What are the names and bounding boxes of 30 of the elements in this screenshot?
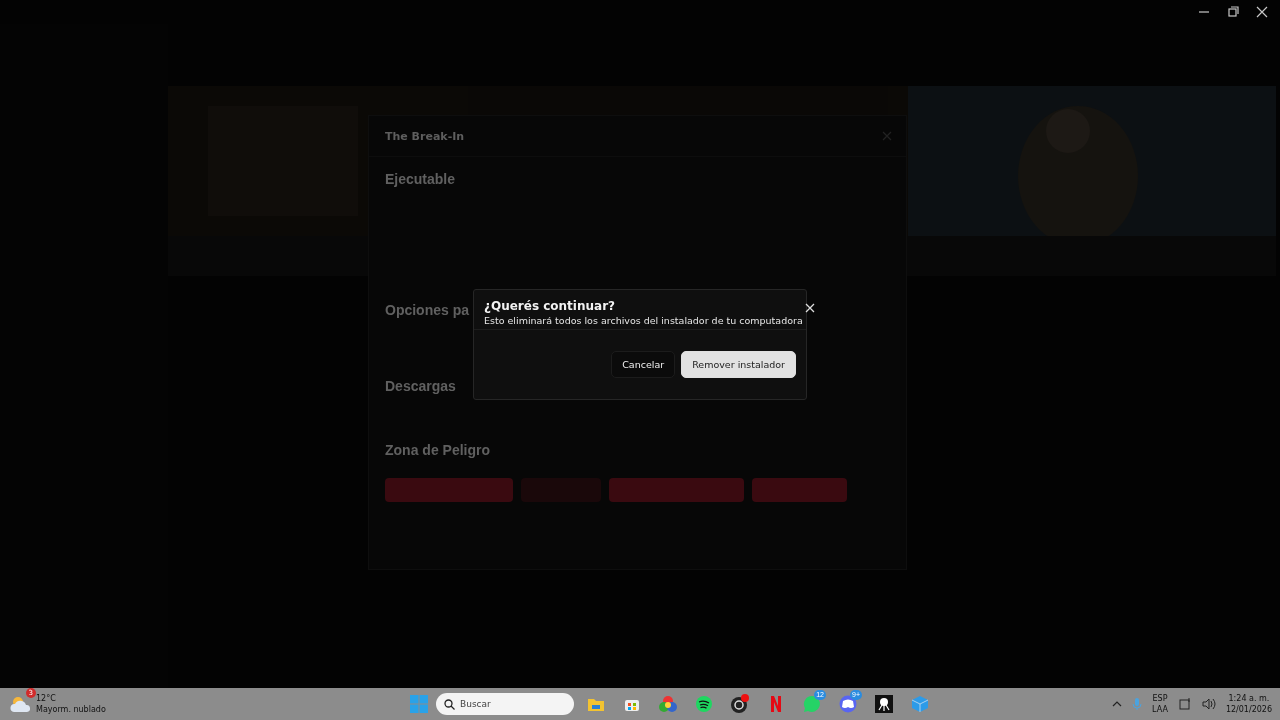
search-icon xyxy=(444,698,455,710)
weather-temperature: 12°C xyxy=(36,693,57,704)
music-icon xyxy=(695,695,713,713)
section-heading: Zona de Peligro xyxy=(385,442,490,458)
gamepad-icon xyxy=(839,695,857,713)
section-heading: Ejecutable xyxy=(385,171,456,187)
restore-icon[interactable] xyxy=(1225,4,1241,20)
weather-condition: Mayorm. nublado xyxy=(36,704,106,715)
search-field[interactable]: Buscar xyxy=(436,693,574,715)
octopus-icon xyxy=(875,695,893,713)
clock-date[interactable]: 12/01/2026 xyxy=(1225,704,1272,715)
chevron-up-icon[interactable] xyxy=(1112,700,1123,708)
section-heading: Opciones pa xyxy=(385,302,470,318)
dialog-title: ¿Querés continuar? xyxy=(484,299,617,313)
chat-icon xyxy=(803,695,821,713)
language-code[interactable]: ESP xyxy=(1152,693,1168,704)
cube-icon xyxy=(911,695,929,713)
section-heading: Descargas xyxy=(385,378,456,394)
recorder-icon xyxy=(730,694,750,714)
keyboard-layout[interactable]: LAA xyxy=(1152,704,1168,715)
clock-time[interactable]: 1:24 a. m. xyxy=(1228,693,1270,704)
confirm-button[interactable]: Remover instalador xyxy=(681,351,796,378)
speaker-icon[interactable] xyxy=(1201,697,1216,711)
close-icon[interactable] xyxy=(1254,4,1270,20)
folder-icon xyxy=(587,696,605,712)
browser-icon xyxy=(659,695,677,713)
cancel-button[interactable]: Cancelar xyxy=(611,351,676,378)
netflix-icon xyxy=(770,695,782,713)
dialog-message: Esto eliminará todos los archivos del instalador de tu computadora xyxy=(484,315,803,326)
modal-title: The Break-In xyxy=(385,129,465,143)
